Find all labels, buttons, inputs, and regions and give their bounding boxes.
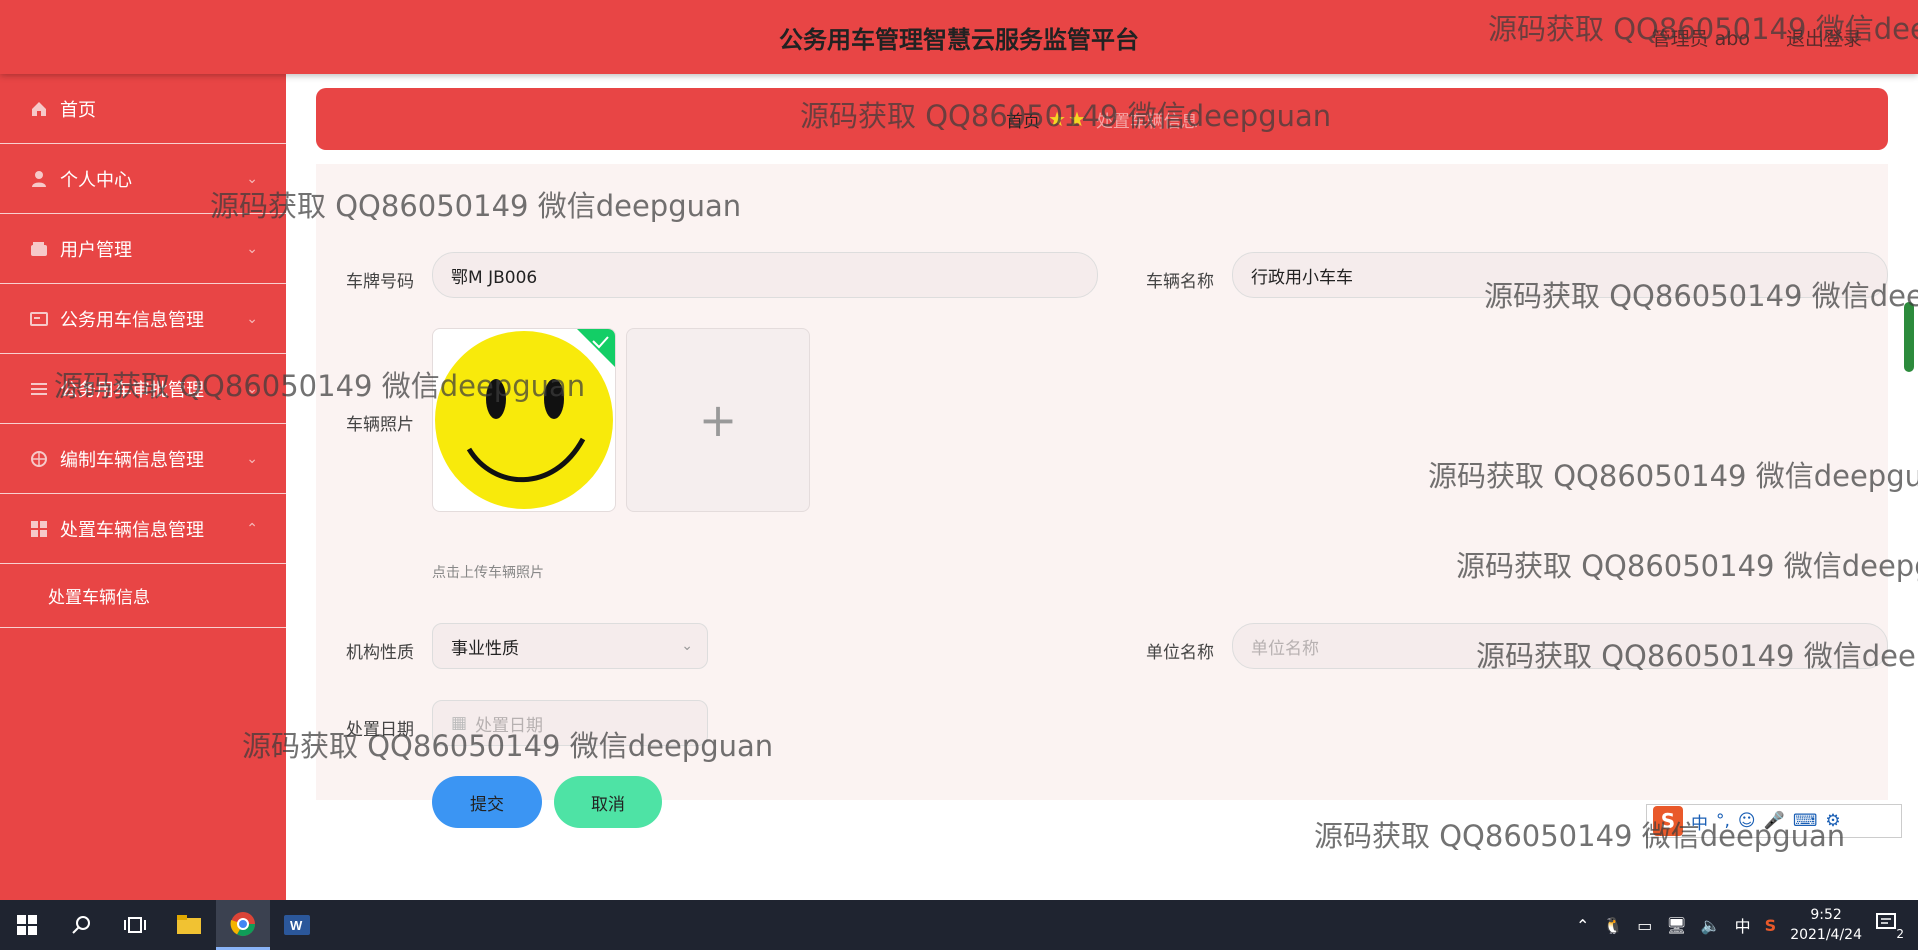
- star-icon: ★: [1068, 107, 1086, 131]
- add-photo-button[interactable]: +: [626, 328, 810, 512]
- disposal-form: 车牌号码 鄂M JB006 车辆名称 行政用小车车 车辆照片 + 点击上传车辆照…: [316, 164, 1902, 838]
- windows-taskbar: W ⌃ 🐧 ▭ 🖥 🔈 中 S 9:52 2021/4/24 2: [0, 900, 1918, 950]
- system-tray: ⌃ 🐧 ▭ 🖥 🔈 中 S 9:52 2021/4/24 2: [1576, 900, 1918, 950]
- breadcrumb-home[interactable]: 首页: [1006, 107, 1040, 132]
- sogou-logo-icon: S: [1653, 806, 1683, 836]
- ime-mode[interactable]: 中: [1691, 809, 1708, 834]
- sidebar-item-label: 编制车辆信息管理: [60, 449, 204, 471]
- chevron-down-icon: ⌄: [246, 170, 258, 187]
- file-explorer-icon[interactable]: [162, 900, 216, 950]
- sidebar-item-label: 公务用车信息管理: [60, 309, 204, 331]
- chevron-down-icon: ⌄: [246, 240, 258, 257]
- app-title: 公务用车管理智慧云服务监管平台: [779, 26, 1139, 54]
- sidebar-item-profile[interactable]: 个人中心 ⌄: [0, 144, 286, 214]
- chevron-up-icon: ⌃: [246, 520, 258, 537]
- ime-toolbar[interactable]: S 中 °, ☺ 🎤 ⌨ ⚙: [1646, 804, 1902, 838]
- sidebar-subitem-disposal-info[interactable]: 处置车辆信息: [0, 564, 286, 628]
- submit-button[interactable]: 提交: [432, 776, 542, 828]
- plus-icon: +: [698, 393, 738, 447]
- grid-icon: [28, 518, 50, 540]
- list-icon: [28, 378, 50, 400]
- breadcrumb-current: 处置车辆信息: [1095, 111, 1198, 132]
- input-language[interactable]: 中: [1735, 913, 1751, 937]
- sidebar-item-label: 首页: [60, 99, 96, 121]
- user-icon: [28, 168, 50, 190]
- sidebar-item-staffing[interactable]: 编制车辆信息管理 ⌄: [0, 424, 286, 494]
- wallet-icon: [28, 238, 50, 260]
- compass-icon: [28, 448, 50, 470]
- sidebar-item-label: 用户管理: [60, 239, 132, 261]
- notification-count: 2: [1896, 927, 1904, 941]
- battery-icon[interactable]: ▭: [1637, 916, 1652, 935]
- top-header: 公务用车管理智慧云服务监管平台 管理员 abo 退出登录: [0, 0, 1918, 74]
- name-input[interactable]: 行政用小车车: [1232, 252, 1888, 298]
- home-icon: [28, 98, 50, 120]
- main-content: 首页 ★ ★ 处置车辆信息 车牌号码 鄂M JB006 车辆名称 行政用小车车 …: [286, 74, 1918, 900]
- chevron-down-icon: ⌄: [246, 310, 258, 327]
- cancel-button[interactable]: 取消: [554, 776, 662, 828]
- upload-hint: 点击上传车辆照片: [432, 565, 544, 581]
- scrollbar-thumb[interactable]: [1904, 302, 1914, 372]
- uploaded-photo[interactable]: [432, 328, 616, 512]
- chevron-down-icon: ⌄: [246, 450, 258, 467]
- keyboard-icon[interactable]: ⌨: [1793, 811, 1818, 831]
- plate-label: 车牌号码: [346, 272, 414, 292]
- windows-start-icon[interactable]: [0, 900, 54, 950]
- calendar-icon: ▦: [451, 713, 468, 733]
- sidebar-item-users[interactable]: 用户管理 ⌄: [0, 214, 286, 284]
- sidebar-item-label: 处置车辆信息管理: [60, 519, 204, 541]
- date-picker[interactable]: ▦ 处置日期: [432, 700, 708, 746]
- tray-chevron-up-icon[interactable]: ⌃: [1576, 916, 1589, 935]
- sidebar-item-home[interactable]: 首页: [0, 74, 286, 144]
- search-icon[interactable]: [54, 900, 108, 950]
- smiley-image: [435, 329, 615, 509]
- emoji-icon[interactable]: ☺: [1738, 811, 1756, 831]
- card-icon: [28, 308, 50, 330]
- notification-icon[interactable]: 2: [1876, 913, 1904, 941]
- plate-input[interactable]: 鄂M JB006: [432, 252, 1098, 298]
- org-select[interactable]: 事业性质 ⌄: [432, 623, 708, 669]
- chevron-down-icon: ⌄: [681, 638, 693, 654]
- svg-text:W: W: [290, 918, 303, 933]
- photo-label: 车辆照片: [346, 415, 414, 435]
- chevron-down-icon: ⌄: [246, 380, 258, 397]
- unit-label: 单位名称: [1146, 643, 1214, 663]
- current-user: 管理员 abo: [1651, 28, 1750, 50]
- sidebar: 首页 个人中心 ⌄ 用户管理 ⌄ 公务用车信息管理 ⌄ 公务用车审批管理 ⌄ 编…: [0, 74, 286, 900]
- mic-icon[interactable]: 🎤: [1764, 811, 1785, 831]
- sidebar-item-disposal[interactable]: 处置车辆信息管理 ⌃: [0, 494, 286, 564]
- settings-icon[interactable]: ⚙: [1825, 811, 1840, 831]
- volume-icon[interactable]: 🔈: [1701, 916, 1721, 935]
- sogou-tray-icon[interactable]: S: [1765, 916, 1777, 935]
- ime-punct[interactable]: °,: [1716, 811, 1730, 831]
- task-view-icon[interactable]: [108, 900, 162, 950]
- org-label: 机构性质: [346, 643, 414, 663]
- unit-input[interactable]: 单位名称: [1232, 623, 1888, 669]
- star-icon: ★: [1048, 107, 1066, 131]
- date-placeholder: 处置日期: [475, 715, 544, 736]
- date-label: 处置日期: [346, 720, 414, 740]
- taskbar-clock[interactable]: 9:52 2021/4/24: [1790, 905, 1862, 945]
- network-icon[interactable]: 🖥: [1666, 916, 1686, 935]
- chrome-icon[interactable]: [216, 900, 270, 950]
- qq-icon[interactable]: 🐧: [1603, 916, 1623, 935]
- clock-date: 2021/4/24: [1790, 927, 1862, 943]
- word-icon[interactable]: W: [270, 900, 324, 950]
- clock-time: 9:52: [1810, 907, 1842, 923]
- sidebar-item-approval[interactable]: 公务用车审批管理 ⌄: [0, 354, 286, 424]
- sidebar-item-label: 个人中心: [60, 169, 132, 191]
- sidebar-item-vehicle-info[interactable]: 公务用车信息管理 ⌄: [0, 284, 286, 354]
- breadcrumb: 首页 ★ ★ 处置车辆信息: [316, 88, 1888, 150]
- org-select-value: 事业性质: [451, 638, 519, 659]
- sidebar-item-label: 公务用车审批管理: [60, 379, 204, 401]
- name-label: 车辆名称: [1146, 272, 1214, 292]
- logout-link[interactable]: 退出登录: [1786, 24, 1862, 51]
